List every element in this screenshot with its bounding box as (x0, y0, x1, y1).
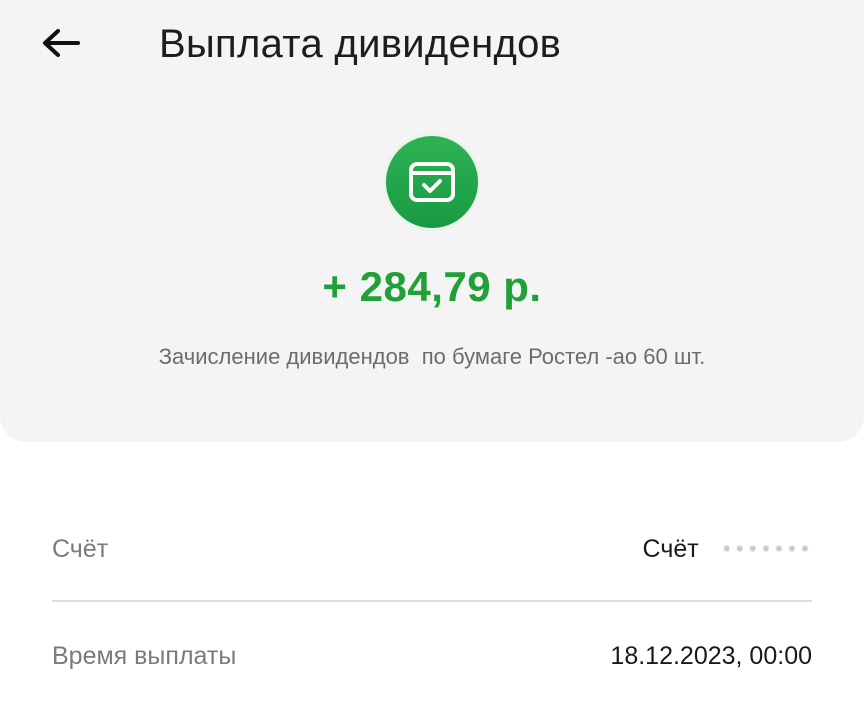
payment-time-label: Время выплаты (52, 641, 237, 670)
payment-time-row: Время выплаты 18.12.2023, 00:00 (52, 621, 812, 691)
payment-status-icon (383, 133, 481, 231)
arrow-left-icon (43, 29, 80, 57)
back-button[interactable] (36, 20, 86, 66)
payment-amount: + 284,79 р. (322, 263, 542, 310)
payment-time-value: 18.12.2023, 00:00 (610, 641, 812, 670)
account-label: Счёт (52, 534, 109, 563)
account-value: Счёт ••••••• (643, 535, 812, 564)
page-title: Выплата дивидендов (159, 22, 562, 66)
account-row[interactable]: Счёт Счёт ••••••• (52, 514, 812, 584)
account-value-text: Счёт (642, 534, 699, 563)
payment-summary-card: Выплата дивидендов + 284,79 р. Зачислени… (0, 0, 864, 442)
payment-description: Зачисление дивидендов по бумаге Ростел -… (158, 344, 706, 369)
masked-account-number: ••••••• (720, 537, 812, 561)
wallet-check-icon (409, 162, 455, 202)
dividend-payment-screen: Выплата дивидендов + 284,79 р. Зачислени… (0, 0, 864, 725)
row-divider (52, 600, 812, 602)
status-icon-circle (386, 136, 478, 228)
